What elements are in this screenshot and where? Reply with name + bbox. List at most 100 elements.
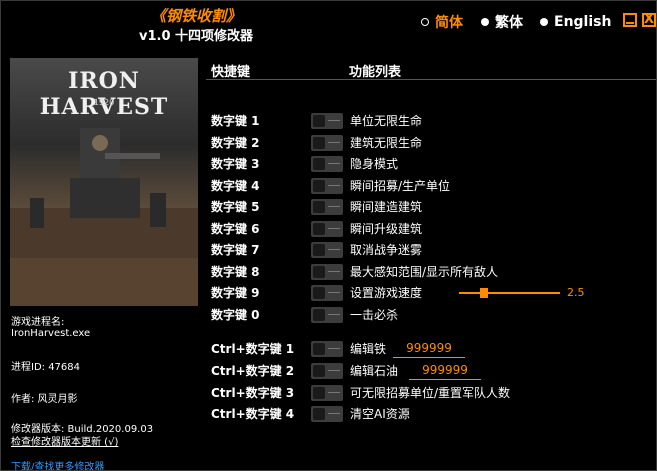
function-label: 一击必杀	[350, 308, 399, 322]
toggle-knob	[313, 387, 325, 399]
game-title: 《钢铁收割》	[150, 7, 241, 25]
toggle-knob	[313, 115, 325, 127]
radio-icon	[481, 18, 489, 26]
function-label: 编辑铁	[350, 342, 387, 356]
toggle-knob	[313, 343, 325, 355]
hotkey-label: 数字键 1	[211, 114, 260, 128]
toggle-track-line	[328, 370, 340, 371]
hotkey-label: 数字键 4	[211, 179, 260, 193]
function-label: 设置游戏速度	[350, 286, 423, 300]
function-label: 最大感知范围/显示所有敌人	[350, 265, 499, 279]
cheat-row: 数字键 2 建筑无限生命	[211, 132, 651, 154]
cheat-row: Ctrl+数字键 3 可无限招募单位/重置军队人数	[211, 382, 651, 404]
hotkey-label: 数字键 6	[211, 222, 260, 236]
cover-logo: IRON HARVEST	[39, 68, 169, 120]
lang-simplified[interactable]: 简体	[421, 12, 463, 32]
lang-simplified-label: 简体	[435, 15, 463, 31]
value-input[interactable]: 999999	[409, 362, 481, 380]
toggle-knob	[313, 365, 325, 377]
cheat-row: 数字键 6 瞬间升级建筑	[211, 218, 651, 240]
function-label: 清空AI资源	[350, 407, 410, 421]
toggle-switch[interactable]	[311, 285, 343, 301]
toggle-track-line	[328, 142, 340, 143]
hotkey-label: 数字键 7	[211, 243, 260, 257]
function-label: 可无限招募单位/重置军队人数	[350, 386, 511, 400]
radio-icon	[540, 18, 548, 26]
toggle-knob	[313, 180, 325, 192]
value-input[interactable]: 999999	[393, 340, 465, 358]
toggle-knob	[313, 408, 325, 420]
toggle-track-line	[328, 185, 340, 186]
speed-slider-thumb[interactable]	[480, 288, 488, 298]
speed-slider[interactable]	[459, 288, 560, 298]
toggle-switch[interactable]	[311, 135, 343, 151]
author: 作者: 风灵月影	[11, 394, 78, 405]
toggle-switch[interactable]	[311, 178, 343, 194]
cheat-row: Ctrl+数字键 2 编辑石油 999999	[211, 360, 651, 382]
hotkey-label: Ctrl+数字键 2	[211, 364, 295, 378]
toggle-track-line	[328, 292, 340, 293]
hotkey-header: 快捷键	[211, 65, 251, 80]
toggle-track-line	[328, 249, 340, 250]
toggle-switch[interactable]	[311, 199, 343, 215]
download-more-link[interactable]: 下载/查找更多修改器	[11, 458, 104, 470]
minimize-icon[interactable]	[623, 13, 637, 27]
function-label: 编辑石油	[350, 364, 399, 378]
hotkey-label: 数字键 2	[211, 136, 260, 150]
function-label: 瞬间招募/生产单位	[350, 179, 451, 193]
toggle-switch[interactable]	[311, 385, 343, 401]
toggle-switch[interactable]	[311, 113, 343, 129]
toggle-track-line	[328, 163, 340, 164]
function-label: 取消战争迷雾	[350, 243, 423, 257]
toggle-knob	[313, 223, 325, 235]
hotkey-label: 数字键 9	[211, 286, 260, 300]
hotkey-label: 数字键 0	[211, 308, 260, 322]
check-update-link[interactable]: 检查修改器版本更新 (√)	[11, 433, 118, 448]
game-cover-image: IRON HARVEST 1920	[10, 58, 198, 306]
speed-value: 2.5	[567, 286, 585, 299]
toggle-knob	[313, 137, 325, 149]
toggle-track-line	[328, 228, 340, 229]
process-id: 进程ID: 47684	[11, 362, 81, 373]
cheat-row: 数字键 5 瞬间建造建筑	[211, 196, 651, 218]
cheat-row: 数字键 9 设置游戏速度 2.5	[211, 282, 651, 304]
lang-traditional-label: 繁体	[495, 15, 523, 31]
cheat-row: 数字键 0 一击必杀	[211, 304, 651, 326]
function-header: 功能列表	[349, 65, 402, 80]
toggle-switch[interactable]	[311, 264, 343, 280]
cheat-row: Ctrl+数字键 4 清空AI资源	[211, 403, 651, 425]
toggle-track-line	[328, 348, 340, 349]
toggle-switch[interactable]	[311, 363, 343, 379]
hotkey-label: 数字键 5	[211, 200, 260, 214]
toggle-switch[interactable]	[311, 307, 343, 323]
toggle-track-line	[328, 206, 340, 207]
toggle-switch[interactable]	[311, 406, 343, 422]
radio-icon	[421, 18, 429, 26]
toggle-switch[interactable]	[311, 341, 343, 357]
toggle-knob	[313, 158, 325, 170]
toggle-knob	[313, 201, 325, 213]
lang-english[interactable]: English	[540, 12, 611, 32]
cheat-row: 数字键 7 取消战争迷雾	[211, 239, 651, 261]
toggle-switch[interactable]	[311, 221, 343, 237]
cheat-row: 数字键 8 最大感知范围/显示所有敌人	[211, 261, 651, 283]
toggle-track-line	[328, 120, 340, 121]
hotkey-label: 数字键 8	[211, 265, 260, 279]
cheat-row: Ctrl+数字键 1 编辑铁 999999	[211, 338, 651, 360]
header-divider	[206, 79, 656, 80]
toggle-knob	[313, 266, 325, 278]
hotkey-label: 数字键 3	[211, 157, 260, 171]
cheat-row: 数字键 3 隐身模式	[211, 153, 651, 175]
close-icon[interactable]: X	[642, 13, 656, 27]
toggle-switch[interactable]	[311, 242, 343, 258]
function-label: 单位无限生命	[350, 114, 423, 128]
function-label: 建筑无限生命	[350, 136, 423, 150]
toggle-switch[interactable]	[311, 156, 343, 172]
trainer-window: 《钢铁收割》 v1.0 十四项修改器 简体 繁体 English X IRON …	[0, 0, 657, 471]
lang-english-label: English	[554, 14, 612, 30]
cheat-row: 数字键 1 单位无限生命	[211, 110, 651, 132]
hotkey-label: Ctrl+数字键 4	[211, 407, 295, 421]
lang-traditional[interactable]: 繁体	[481, 12, 523, 32]
function-label: 隐身模式	[350, 157, 399, 171]
toggle-knob	[313, 287, 325, 299]
